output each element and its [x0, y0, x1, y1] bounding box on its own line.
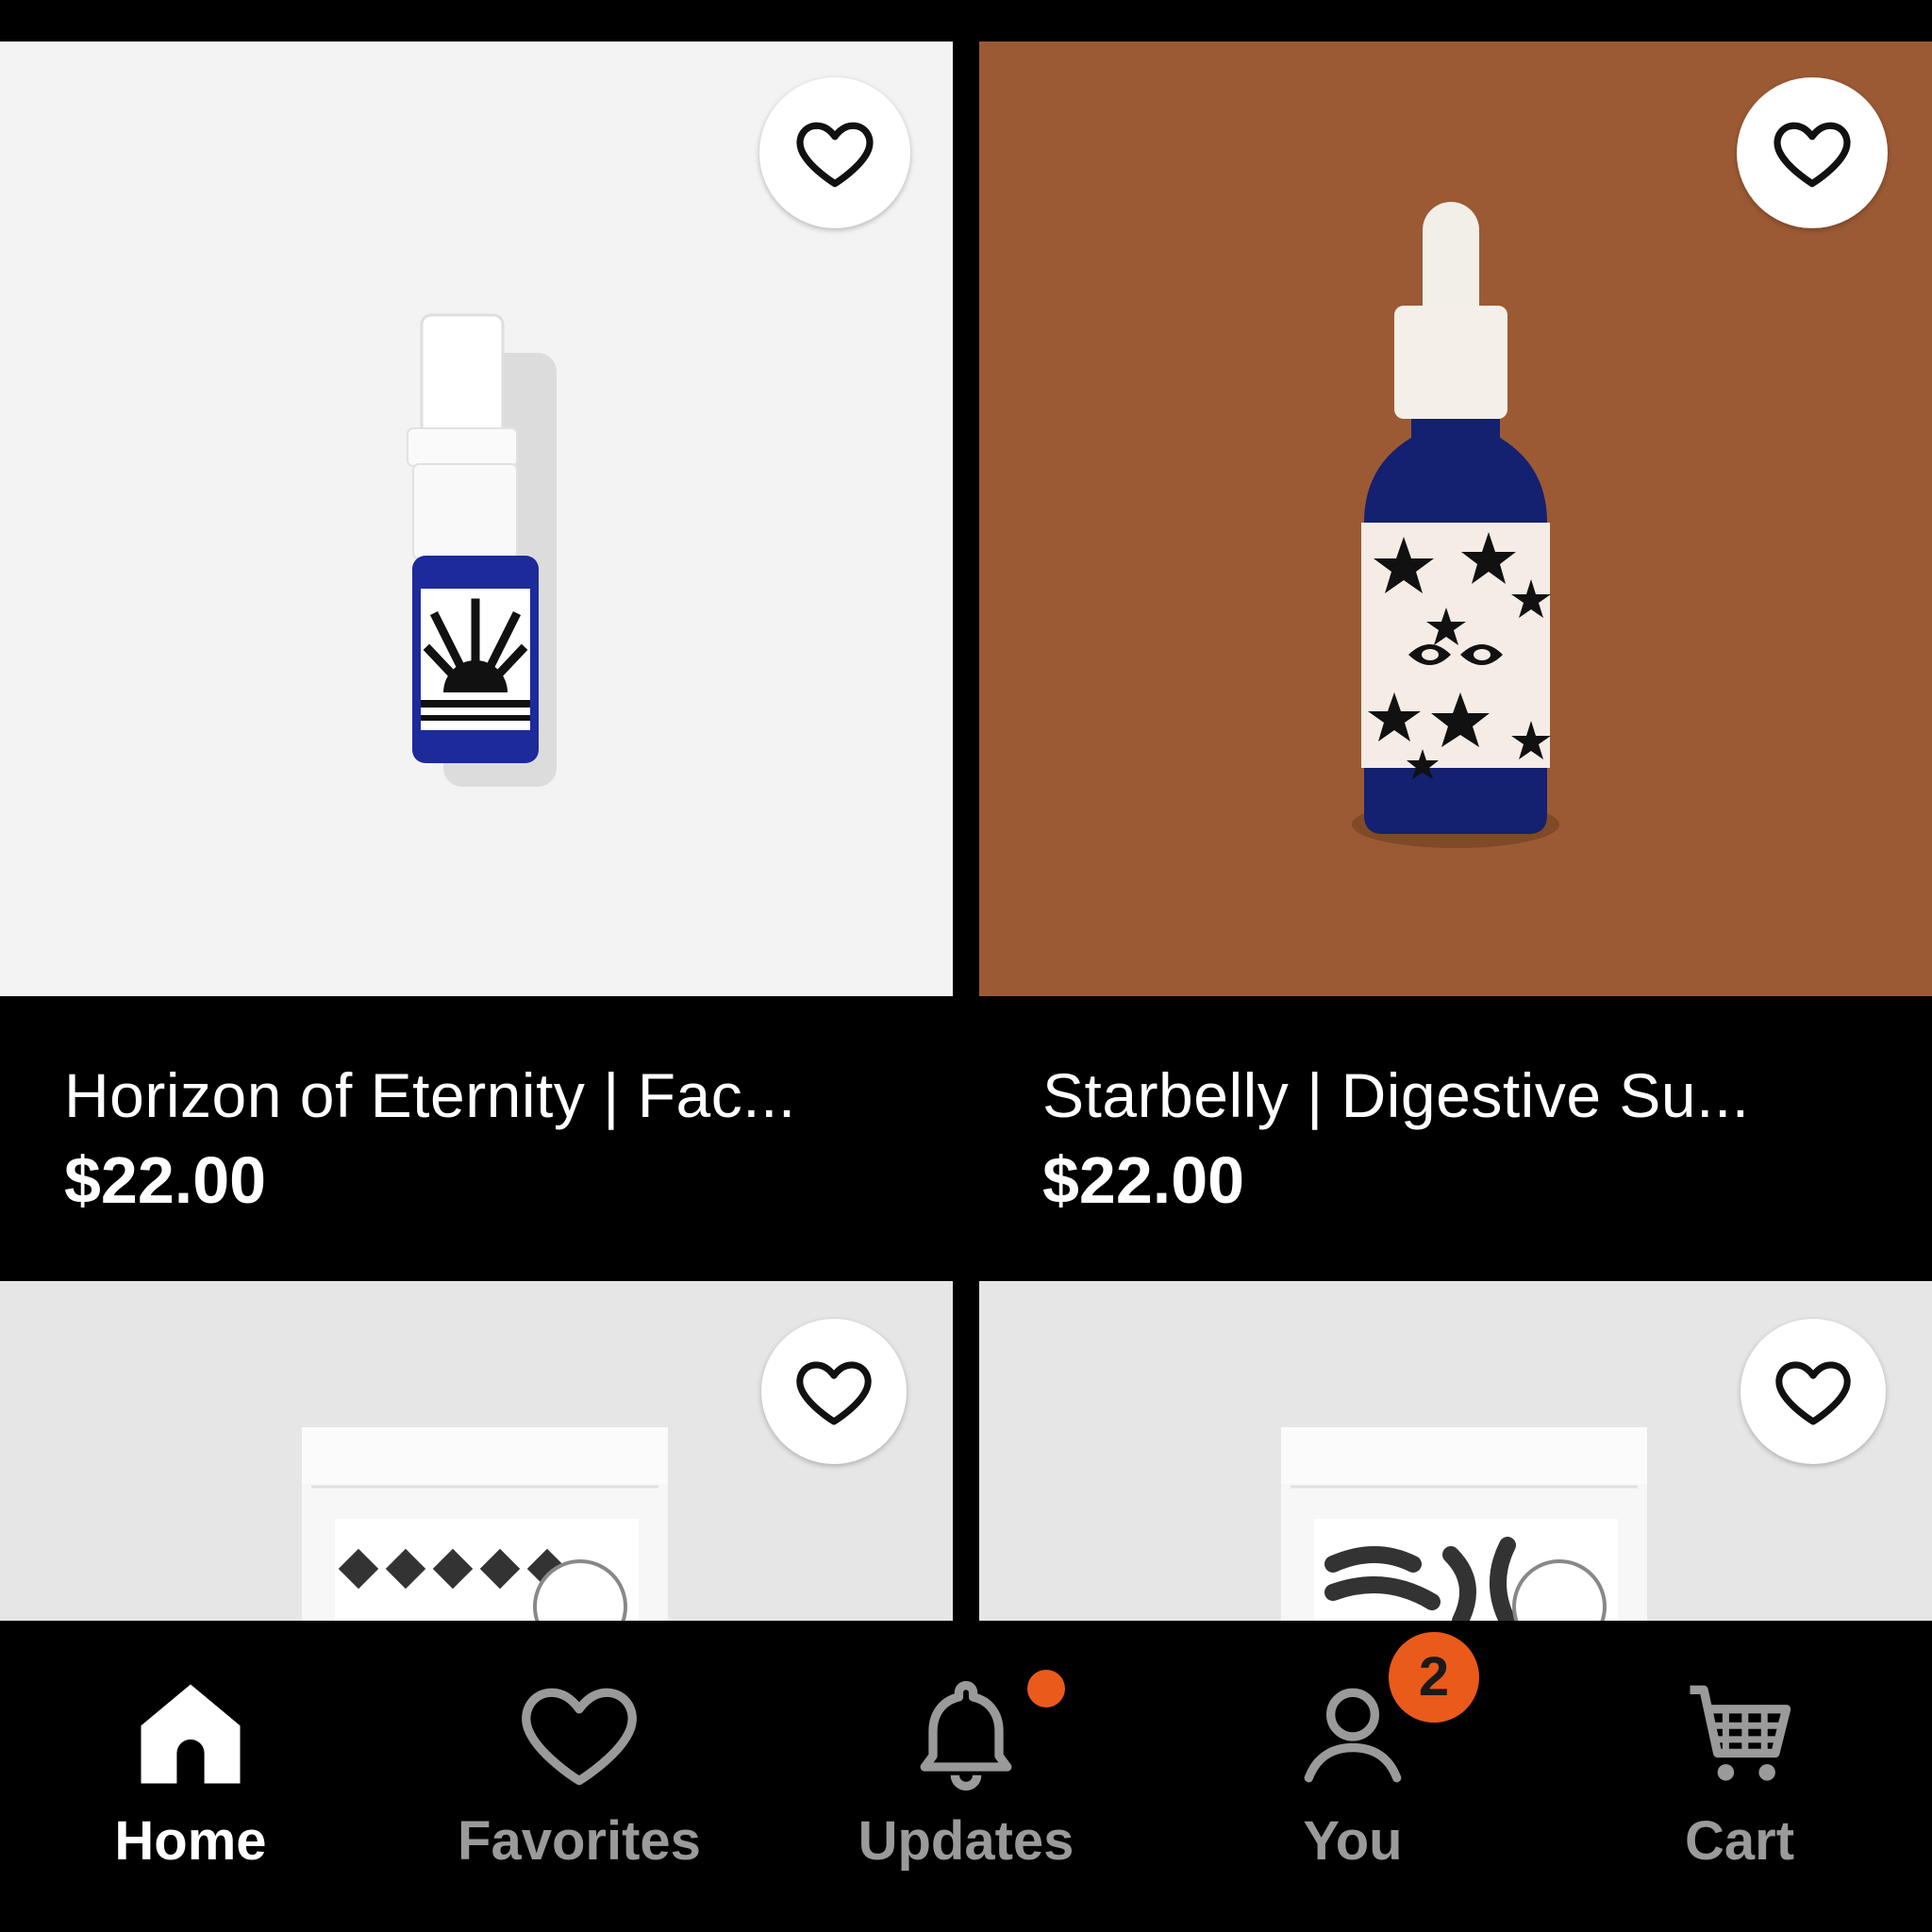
nav-item-home[interactable]: Home: [58, 1621, 323, 1904]
heart-outline-icon: [1774, 122, 1851, 188]
product-price: $22.00: [64, 1143, 267, 1217]
nav-item-favorites[interactable]: Favorites: [447, 1621, 711, 1904]
home-icon: [141, 1684, 241, 1784]
heart-outline-icon: [1775, 1361, 1851, 1425]
nav-label: Home: [114, 1810, 267, 1872]
product-card[interactable]: [0, 1281, 953, 1621]
nav-label: You: [1303, 1810, 1403, 1872]
favorite-button[interactable]: [1740, 1319, 1886, 1464]
product-card[interactable]: [979, 1281, 1932, 1621]
heart-outline-icon: [796, 122, 874, 188]
you-badge: 2: [1389, 1632, 1479, 1723]
nav-item-you[interactable]: 2 You: [1221, 1621, 1485, 1904]
nav-item-updates[interactable]: Updates: [834, 1621, 1098, 1904]
favorite-button[interactable]: [1737, 77, 1888, 228]
nav-label: Favorites: [458, 1810, 701, 1872]
cart-icon: [1690, 1685, 1791, 1781]
heart-outline-icon: [796, 1361, 872, 1425]
nav-label: Updates: [858, 1810, 1074, 1872]
nav-item-cart[interactable]: Cart: [1607, 1621, 1872, 1904]
product-title[interactable]: Horizon of Eternity | Fac...: [64, 1064, 913, 1126]
updates-notification-dot: [1027, 1670, 1065, 1707]
favorite-button[interactable]: [759, 77, 910, 228]
product-card[interactable]: [0, 42, 953, 996]
bell-icon: [920, 1681, 1012, 1790]
product-info[interactable]: Starbelly | Digestive Su... $22.00: [1042, 1064, 1891, 1213]
heart-icon: [522, 1688, 637, 1786]
bottom-navigation: Home Favorites Updates 2 You Cart: [0, 1621, 1932, 1932]
product-price: $22.00: [1042, 1143, 1245, 1217]
favorite-button[interactable]: [761, 1319, 907, 1464]
product-info[interactable]: Horizon of Eternity | Fac... $22.00: [64, 1064, 913, 1213]
nav-label: Cart: [1684, 1810, 1795, 1872]
product-title[interactable]: Starbelly | Digestive Su...: [1042, 1064, 1891, 1126]
product-card[interactable]: [979, 42, 1932, 996]
